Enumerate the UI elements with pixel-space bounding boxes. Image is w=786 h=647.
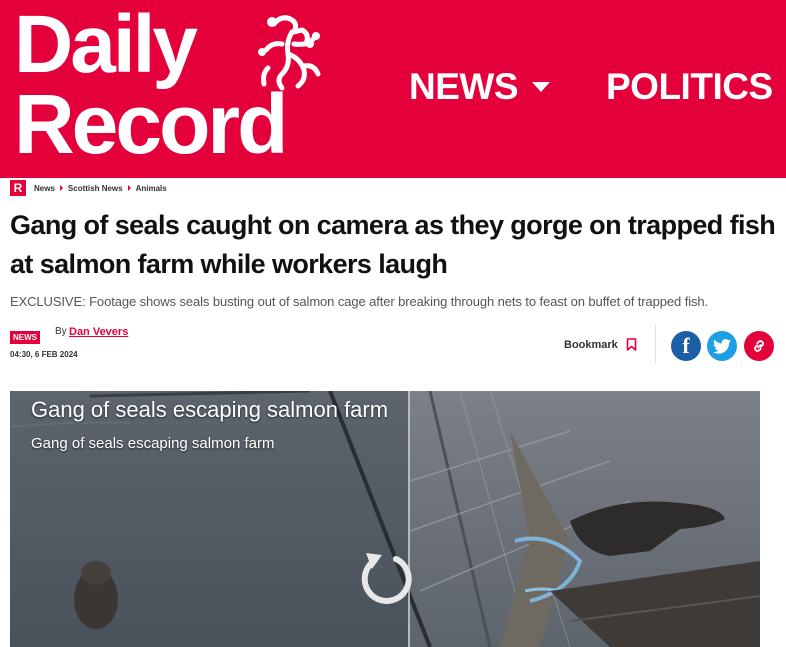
author-link[interactable]: Dan Vevers: [69, 326, 128, 338]
logo-text-record: Record: [14, 77, 288, 171]
video-title: Gang of seals escaping salmon farm: [31, 397, 389, 422]
breadcrumb: R News Scottish News Animals: [10, 180, 167, 196]
breadcrumb-animals[interactable]: Animals: [136, 184, 167, 193]
replay-icon[interactable]: [354, 547, 416, 609]
video-subtitle: Gang of seals escaping salmon farm: [31, 435, 275, 452]
bookmark-button[interactable]: Bookmark: [564, 338, 637, 351]
facebook-share-button[interactable]: f: [671, 331, 701, 361]
lion-rampant-icon: [258, 15, 321, 91]
video-player[interactable]: Gang of seals escaping salmon farm Gang …: [10, 391, 760, 647]
link-icon: [754, 340, 764, 352]
nav-politics-label: POLITICS: [606, 66, 773, 107]
copy-link-button[interactable]: [744, 331, 774, 361]
brand-r-icon[interactable]: R: [10, 180, 26, 196]
bookmark-icon: [626, 338, 637, 351]
breadcrumb-separator-icon: [59, 185, 63, 191]
nav-politics[interactable]: POLITICS: [606, 66, 773, 108]
breadcrumb-news[interactable]: News: [34, 184, 55, 193]
article-headline: Gang of seals caught on camera as they g…: [10, 210, 776, 279]
publish-datetime: 04:30, 6 FEB 2024: [10, 350, 78, 359]
chevron-down-icon: [532, 82, 550, 92]
twitter-share-button[interactable]: [707, 331, 737, 361]
nav-news[interactable]: NEWS: [409, 66, 550, 108]
byline-label: By: [55, 326, 67, 337]
logo-text-daily: Daily: [14, 0, 198, 90]
site-header: Daily Record NEWS POLITICS: [0, 0, 786, 178]
bookmark-label: Bookmark: [564, 338, 618, 351]
twitter-icon: [713, 338, 731, 354]
nav-news-label: NEWS: [409, 66, 519, 107]
article-standfirst: EXCLUSIVE: Footage shows seals busting o…: [10, 294, 709, 309]
share-divider: [655, 325, 656, 363]
breadcrumb-scottish-news[interactable]: Scottish News: [68, 184, 123, 193]
facebook-icon: f: [682, 333, 690, 358]
section-badge: NEWS: [10, 331, 40, 344]
breadcrumb-separator-icon: [127, 185, 131, 191]
daily-record-logo[interactable]: Daily Record: [14, 2, 344, 172]
